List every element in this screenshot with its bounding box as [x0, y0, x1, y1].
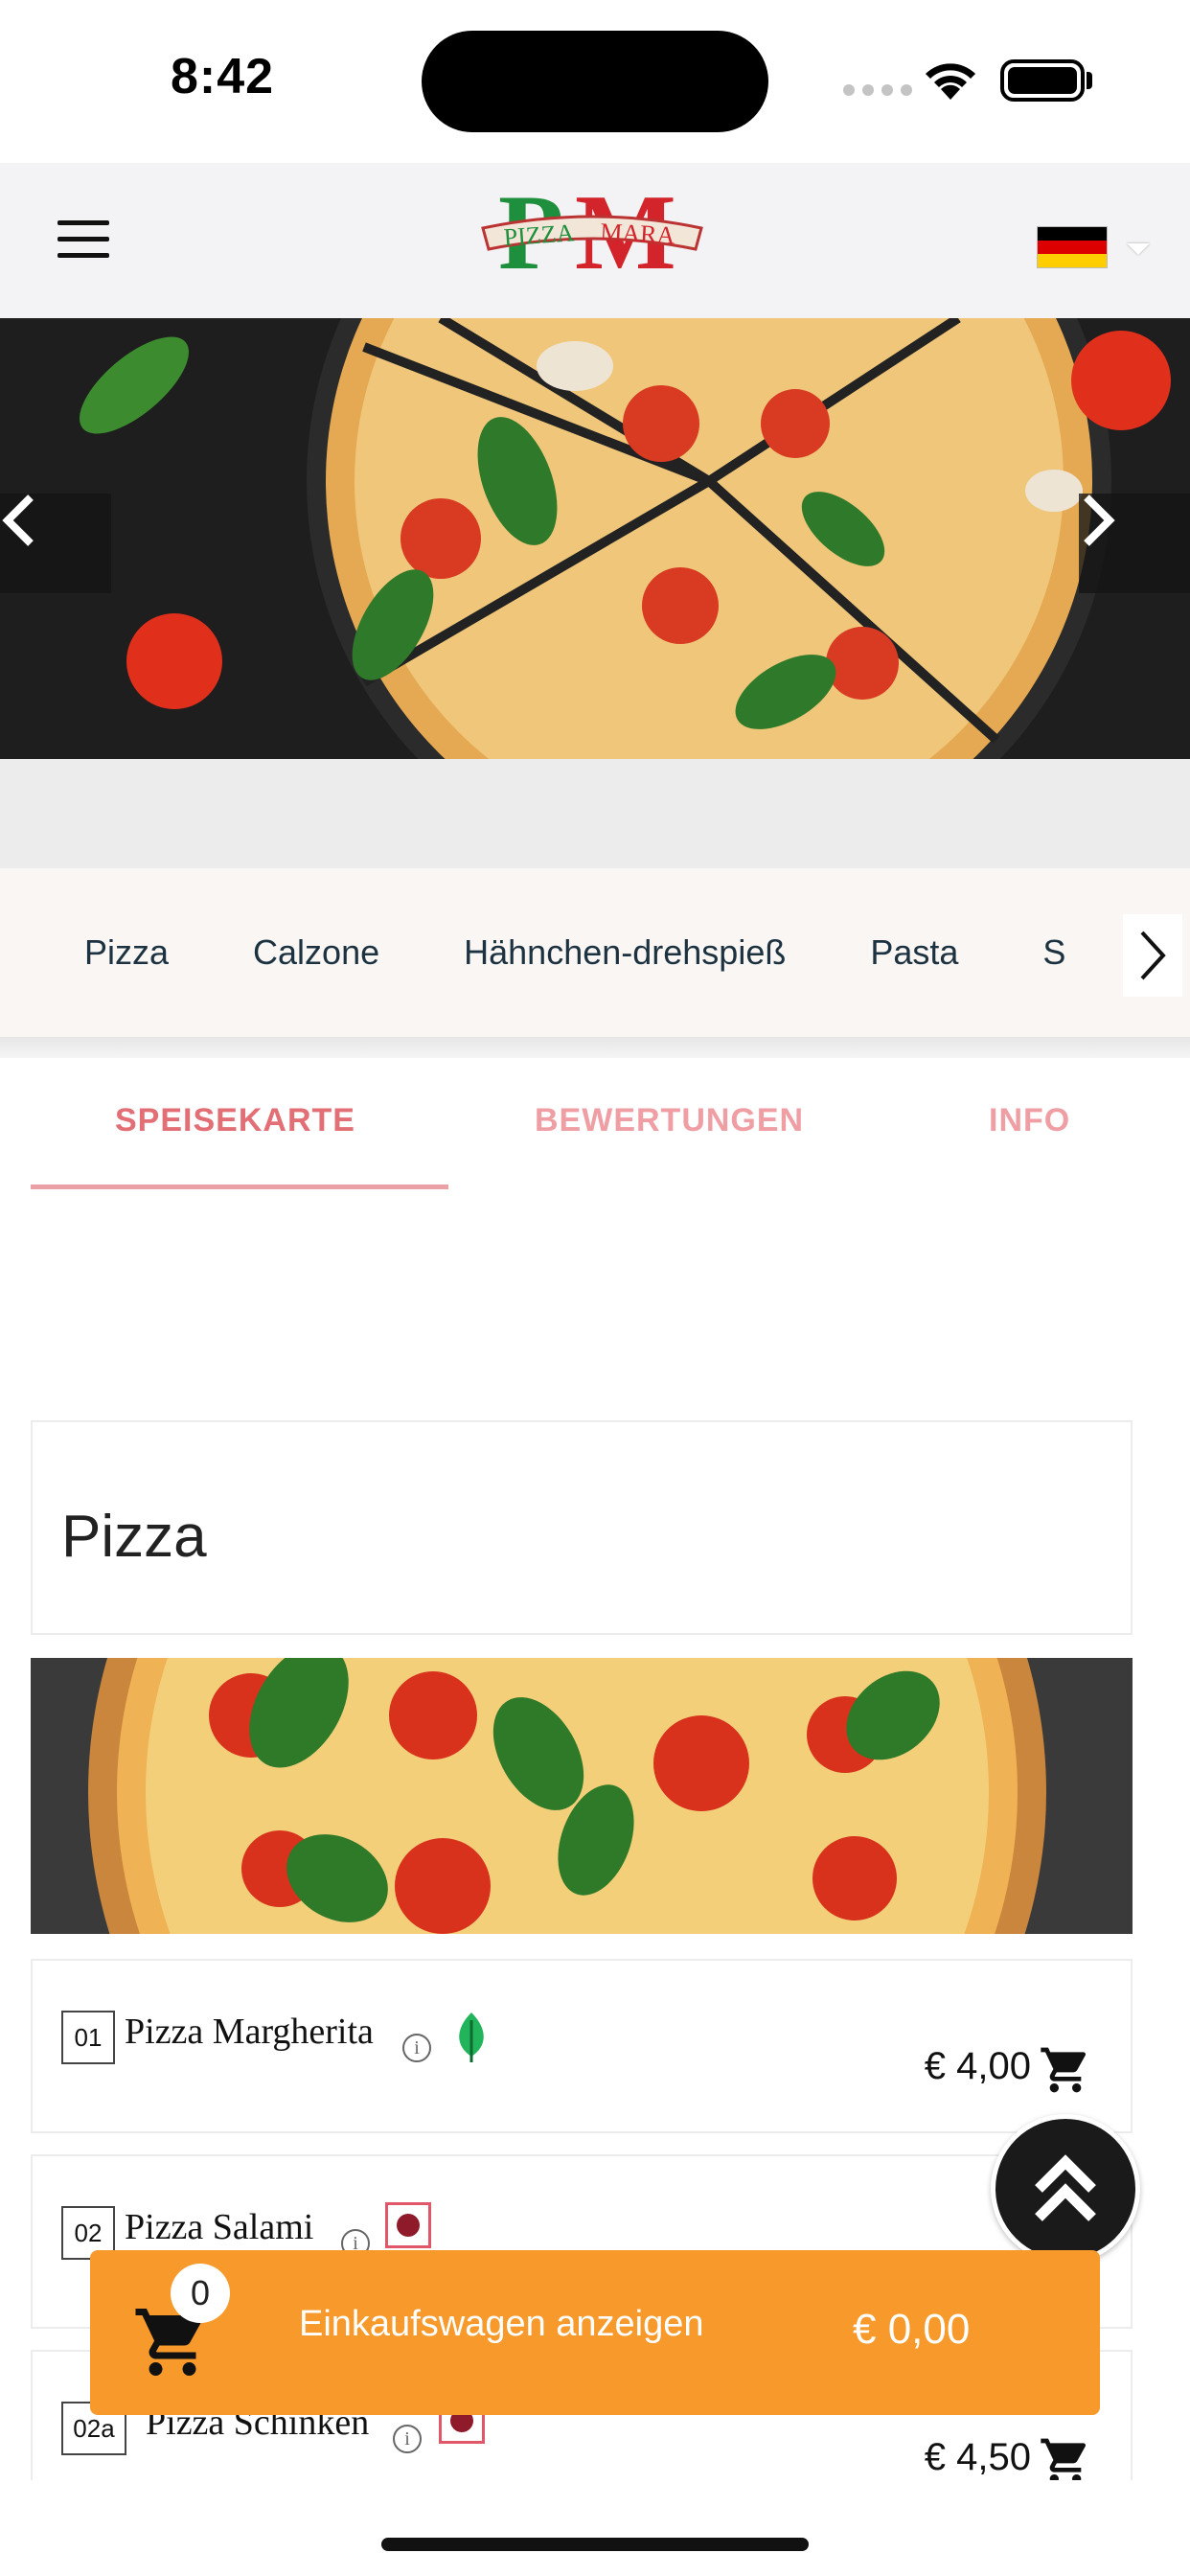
hero-carousel[interactable] [0, 318, 1190, 759]
svg-text:PIZZA: PIZZA [503, 218, 576, 251]
category-calzone[interactable]: Calzone [253, 932, 379, 973]
menu-item-margherita[interactable]: 01 Pizza Margherita i € 4,00 [31, 1959, 1133, 2133]
double-chevron-up-icon [1035, 2154, 1096, 2221]
cart-label: Einkaufswagen anzeigen [299, 2304, 704, 2344]
app-header: P M PIZZA MARA [0, 163, 1190, 318]
chevron-right-icon [1084, 494, 1115, 546]
category-scroll-next-button[interactable] [1123, 914, 1182, 997]
cellular-signal-icon [843, 84, 912, 96]
chevron-left-icon [2, 494, 34, 546]
grey-spacer [0, 759, 1190, 868]
home-indicator[interactable] [381, 2538, 809, 2551]
hero-pizza-image [0, 318, 1190, 759]
status-time: 8:42 [171, 49, 275, 104]
pizza-mara-logo[interactable]: P M PIZZA MARA [479, 176, 705, 282]
section-title: Pizza [61, 1504, 207, 1570]
wifi-icon [926, 63, 975, 100]
active-tab-indicator [31, 1184, 448, 1189]
category-list: Pizza Calzone Hähnchen-drehspieß Pasta S [84, 868, 1150, 1037]
tab-bewertungen[interactable]: BEWERTUNGEN [535, 1102, 804, 1139]
battery-cap [1087, 72, 1092, 89]
info-icon[interactable]: i [393, 2425, 422, 2453]
carousel-prev-button[interactable] [0, 494, 111, 593]
cart-count-badge: 0 [171, 2264, 230, 2323]
chevron-right-icon [1140, 931, 1166, 980]
menu-hamburger-icon[interactable] [57, 220, 109, 259]
language-dropdown-caret-icon[interactable] [1127, 243, 1150, 255]
tab-info[interactable]: INFO [989, 1102, 1070, 1139]
battery-icon [1000, 59, 1085, 102]
carousel-next-button[interactable] [1079, 494, 1190, 593]
scroll-to-top-button[interactable] [991, 2114, 1140, 2264]
category-pasta[interactable]: Pasta [870, 932, 958, 973]
item-price: € 4,00 [924, 2045, 1031, 2087]
bottom-safe-area [0, 2480, 1190, 2576]
svg-text:MARA: MARA [600, 218, 676, 249]
category-truncated[interactable]: S [1042, 932, 1065, 973]
tab-speisekarte[interactable]: SPEISEKARTE [115, 1102, 355, 1139]
cart-total: € 0,00 [853, 2306, 971, 2353]
category-nav: Pizza Calzone Hähnchen-drehspieß Pasta S [0, 868, 1190, 1037]
item-name: Pizza Margherita [125, 2012, 374, 2052]
germany-flag-icon[interactable] [1037, 226, 1108, 268]
meat-icon [385, 2202, 431, 2248]
status-bar: 8:42 [0, 0, 1190, 163]
vegetarian-leaf-icon [459, 2012, 484, 2062]
item-number: 01 [61, 2011, 115, 2064]
divider [0, 1037, 1190, 1058]
info-icon[interactable]: i [402, 2034, 431, 2062]
section-pizza-image [31, 1658, 1133, 1934]
category-haehnchen-drehspiess[interactable]: Hähnchen-drehspieß [464, 932, 786, 973]
view-cart-button[interactable]: 0 Einkaufswagen anzeigen € 0,00 [90, 2250, 1100, 2415]
add-to-cart-icon[interactable] [1039, 2043, 1092, 2097]
item-name: Pizza Salami [125, 2207, 314, 2247]
pizza-banner-image [31, 1658, 1133, 1934]
section-header: Pizza [31, 1420, 1133, 1635]
category-pizza[interactable]: Pizza [84, 932, 169, 973]
dynamic-island [422, 31, 768, 132]
tab-bar: SPEISEKARTE BEWERTUNGEN INFO [0, 1058, 1190, 1192]
item-price: € 4,50 [924, 2436, 1031, 2478]
